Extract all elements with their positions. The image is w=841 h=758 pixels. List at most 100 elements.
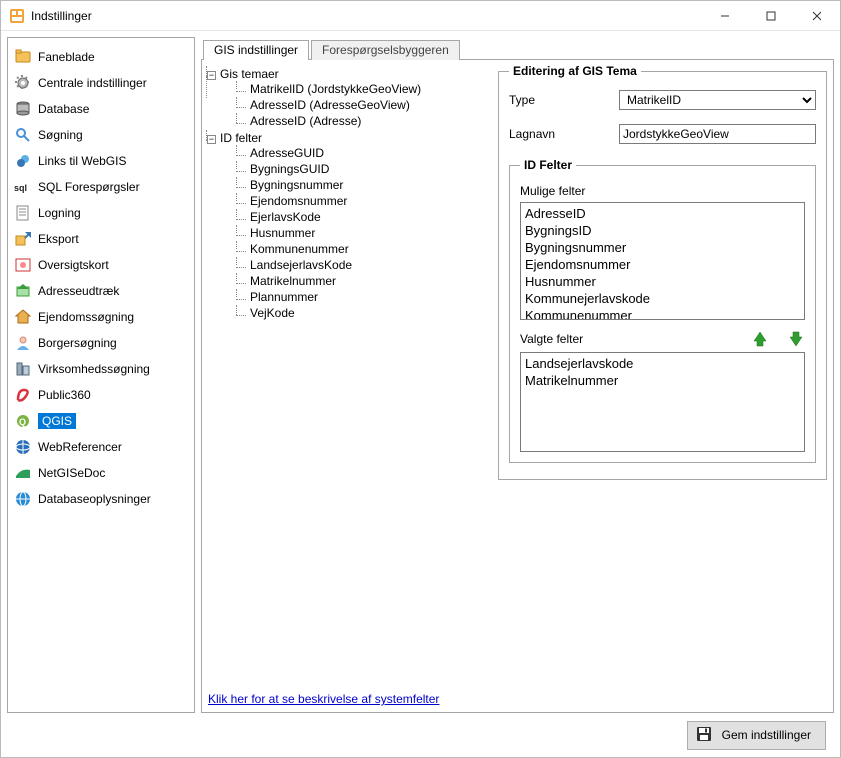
nav-item-adresseudtr-k[interactable]: Adresseudtræk <box>10 278 192 304</box>
window-title: Indstillinger <box>31 9 702 23</box>
p360-icon <box>14 386 32 404</box>
nav-item-borgers-gning[interactable]: Borgersøgning <box>10 330 192 356</box>
nav-item-label: Adresseudtræk <box>38 284 119 298</box>
tab-foresp-rgselsbyggeren[interactable]: Forespørgselsbyggeren <box>311 40 460 60</box>
nav-item-faneblade[interactable]: Faneblade <box>10 44 192 70</box>
nav-item-virksomhedss-gning[interactable]: Virksomhedssøgning <box>10 356 192 382</box>
valgte-felter-list[interactable]: LandsejerlavskodeMatrikelnummer <box>520 352 805 452</box>
nav-item-label: Virksomhedssøgning <box>38 362 150 376</box>
save-button[interactable]: Gem indstillinger <box>687 721 826 750</box>
nav-item-logning[interactable]: Logning <box>10 200 192 226</box>
nav-item-label: Centrale indstillinger <box>38 76 147 90</box>
nav-item-oversigtskort[interactable]: Oversigtskort <box>10 252 192 278</box>
nav-item-s-gning[interactable]: Søgning <box>10 122 192 148</box>
nav-item-label: SQL Forespørgsler <box>38 180 140 194</box>
list-item[interactable]: AdresseID <box>523 205 802 222</box>
save-button-label: Gem indstillinger <box>722 728 811 742</box>
nav-item-public360[interactable]: Public360 <box>10 382 192 408</box>
tab-gis-indstillinger[interactable]: GIS indstillinger <box>203 40 309 60</box>
tree-node[interactable]: LandsejerlavsKode <box>250 258 352 272</box>
close-button[interactable] <box>794 1 840 31</box>
tab-panel: −Gis temaerMatrikelID (JordstykkeGeoView… <box>201 59 834 713</box>
app-icon <box>9 8 25 24</box>
nav-item-label: NetGISeDoc <box>38 466 105 480</box>
tree-node[interactable]: Plannummer <box>250 290 318 304</box>
nav-item-label: Borgersøgning <box>38 336 117 350</box>
nav-item-label: Public360 <box>38 388 91 402</box>
tree-pane: −Gis temaerMatrikelID (JordstykkeGeoView… <box>202 60 494 686</box>
nav-item-label: QGIS <box>42 414 72 428</box>
mulige-felter-list[interactable]: AdresseIDBygningsIDBygningsnummerEjendom… <box>520 202 805 320</box>
list-item[interactable]: Ejendomsnummer <box>523 256 802 273</box>
nav-item-label: Eksport <box>38 232 79 246</box>
tree-node[interactable]: Kommunenummer <box>250 242 349 256</box>
type-select[interactable]: MatrikelID <box>619 90 816 110</box>
db-icon <box>14 100 32 118</box>
list-item[interactable]: Kommunenummer <box>523 307 802 320</box>
nav-item-database[interactable]: Database <box>10 96 192 122</box>
tree-node[interactable]: VejKode <box>250 306 295 320</box>
nav-item-databaseoplysninger[interactable]: Databaseoplysninger <box>10 486 192 512</box>
person-icon <box>14 334 32 352</box>
list-item[interactable]: Kommunejerlavskode <box>523 290 802 307</box>
tree-node[interactable]: Matrikelnummer <box>250 274 336 288</box>
content-area: GIS indstillingerForespørgselsbyggeren −… <box>201 37 834 713</box>
tree-node[interactable]: Gis temaer <box>220 67 279 81</box>
tree-node[interactable]: AdresseID (Adresse) <box>250 114 361 128</box>
tree-node[interactable]: AdresseGUID <box>250 146 324 160</box>
nav-panel: Faneblade Centrale indstillinger Database S… <box>7 37 195 713</box>
list-item[interactable]: Landsejerlavskode <box>523 355 802 372</box>
gis-tema-legend: Editering af GIS Tema <box>509 64 641 78</box>
help-link-row: Klik her for at se beskrivelse af system… <box>202 686 833 712</box>
nav-item-sql-foresp-rgsler[interactable]: sqlSQL Forespørgsler <box>10 174 192 200</box>
address-icon <box>14 282 32 300</box>
nav-item-ejendomss-gning[interactable]: Ejendomssøgning <box>10 304 192 330</box>
tree-node[interactable]: EjerlavsKode <box>250 210 321 224</box>
id-felter-legend: ID Felter <box>520 158 576 172</box>
house-icon <box>14 308 32 326</box>
nav-item-links-til-webgis[interactable]: Links til WebGIS <box>10 148 192 174</box>
move-up-button[interactable] <box>751 330 769 348</box>
nav-item-label: Ejendomssøgning <box>38 310 134 324</box>
tree-node[interactable]: Ejendomsnummer <box>250 194 347 208</box>
systemfelter-link[interactable]: Klik her for at se beskrivelse af system… <box>208 692 439 706</box>
move-down-button[interactable] <box>787 330 805 348</box>
maximize-button[interactable] <box>748 1 794 31</box>
tree-toggle[interactable]: − <box>207 135 216 144</box>
lagnavn-input[interactable] <box>619 124 816 144</box>
nav-item-eksport[interactable]: Eksport <box>10 226 192 252</box>
nav-item-label: Databaseoplysninger <box>38 492 151 506</box>
minimize-button[interactable] <box>702 1 748 31</box>
company-icon <box>14 360 32 378</box>
tabs-icon <box>14 48 32 66</box>
nav-item-label: Database <box>38 102 89 116</box>
svg-text:Q: Q <box>19 417 26 427</box>
gis-tema-fieldset: Editering af GIS Tema Type MatrikelID <box>498 64 827 480</box>
nav-item-netgisedoc[interactable]: NetGISeDoc <box>10 460 192 486</box>
settings-window: Indstillinger Faneblade Centrale indstill… <box>0 0 841 758</box>
save-icon <box>696 726 712 745</box>
tree-node[interactable]: Husnummer <box>250 226 315 240</box>
search-icon <box>14 126 32 144</box>
tree-toggle[interactable]: − <box>207 71 216 80</box>
footer: Gem indstillinger <box>1 713 840 757</box>
tree-node[interactable]: AdresseID (AdresseGeoView) <box>250 98 410 112</box>
list-item[interactable]: Matrikelnummer <box>523 372 802 389</box>
list-item[interactable]: Bygningsnummer <box>523 239 802 256</box>
netgis-icon <box>14 464 32 482</box>
nav-item-label: Søgning <box>38 128 83 142</box>
map-icon <box>14 256 32 274</box>
tree-node[interactable]: Bygningsnummer <box>250 178 343 192</box>
tree-node[interactable]: ID felter <box>220 131 262 145</box>
export-icon <box>14 230 32 248</box>
nav-item-qgis[interactable]: Q QGIS <box>10 408 192 434</box>
tree-node[interactable]: BygningsGUID <box>250 162 329 176</box>
nav-item-centrale-indstillinger[interactable]: Centrale indstillinger <box>10 70 192 96</box>
qgis-icon: Q <box>14 412 32 430</box>
log-icon <box>14 204 32 222</box>
list-item[interactable]: BygningsID <box>523 222 802 239</box>
list-item[interactable]: Husnummer <box>523 273 802 290</box>
gear-icon <box>14 74 32 92</box>
nav-item-webreferencer[interactable]: WebReferencer <box>10 434 192 460</box>
tree-node[interactable]: MatrikelID (JordstykkeGeoView) <box>250 82 421 96</box>
